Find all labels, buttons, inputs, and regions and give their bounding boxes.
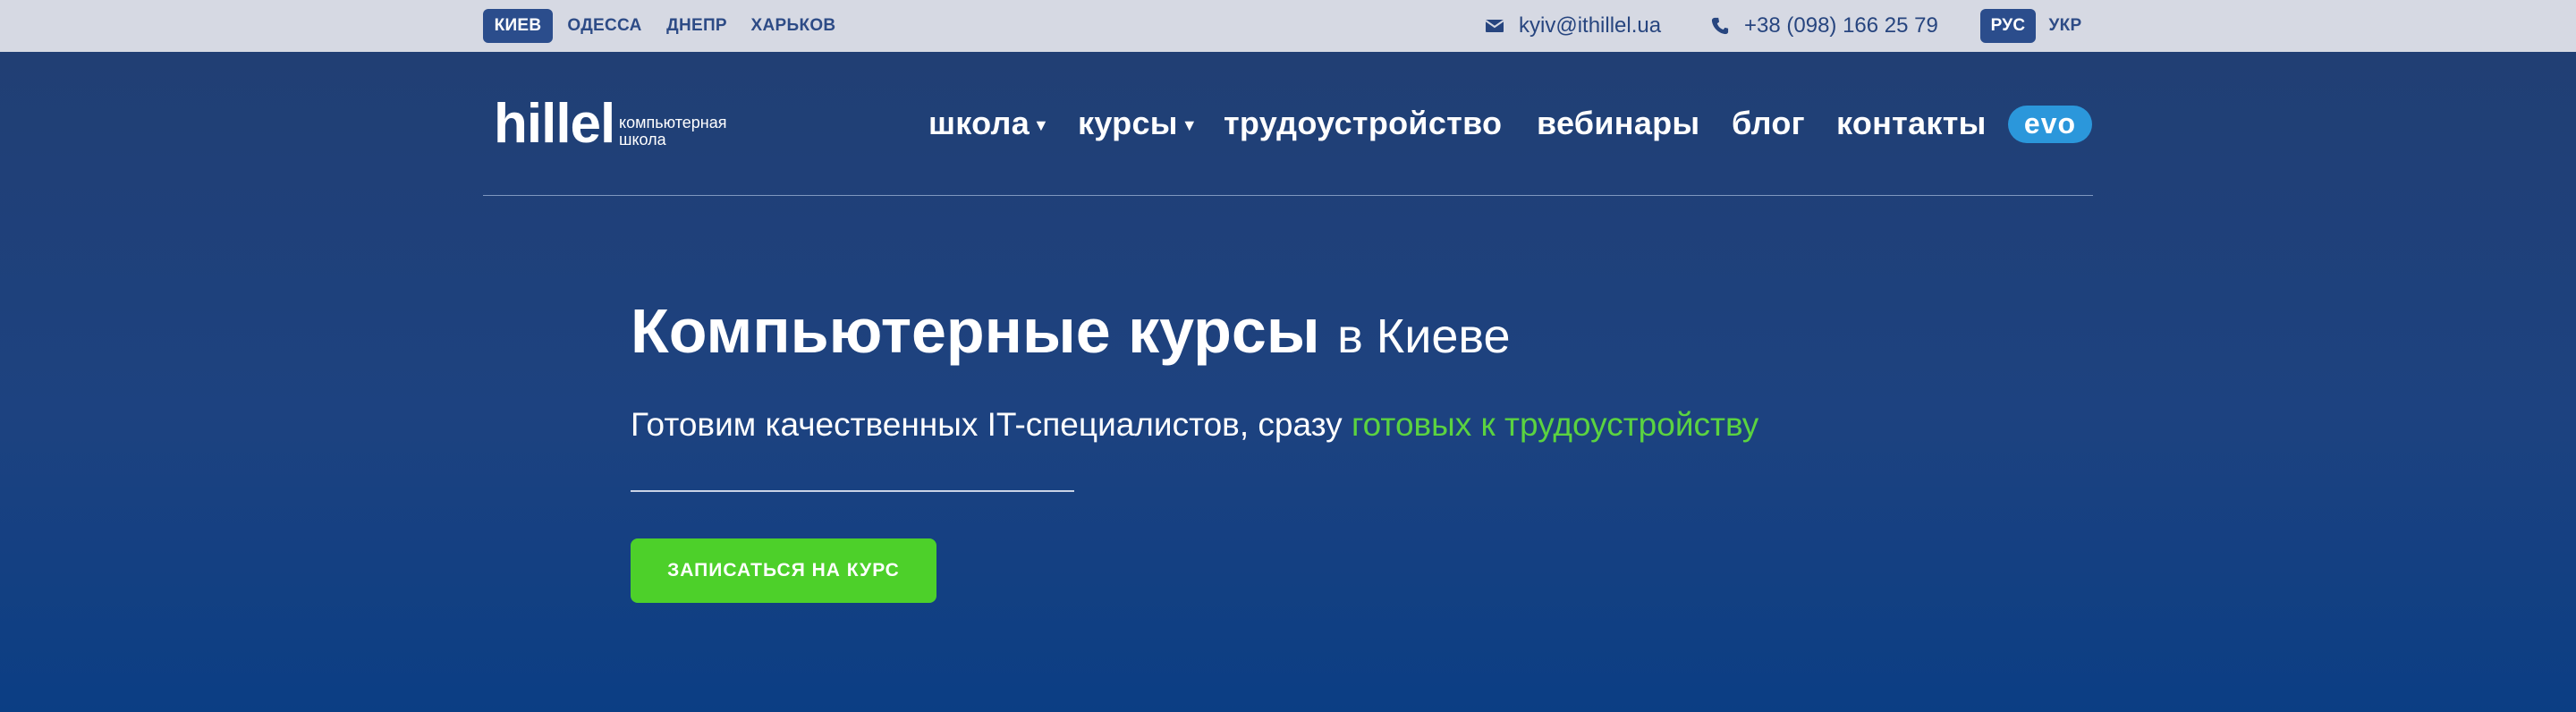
- city-tab-odesa[interactable]: ОДЕССА: [560, 9, 649, 43]
- city-tab-kharkiv[interactable]: ХАРЬКОВ: [744, 9, 843, 43]
- hero-subtitle-highlight: готовых к трудоустройству: [1351, 406, 1759, 443]
- chevron-down-icon: ▼: [1181, 116, 1198, 135]
- logo-subtitle-line2: школа: [619, 131, 666, 148]
- phone-link[interactable]: +38 (098) 166 25 79: [1710, 11, 1952, 41]
- nav-item-label: курсы: [1078, 105, 1178, 141]
- nav-item-blog[interactable]: блог: [1732, 104, 1805, 143]
- hero-divider: [631, 490, 1074, 492]
- top-bar: КИЕВ ОДЕССА ДНЕПР ХАРЬКОВ kyiv@ithillel.…: [0, 0, 2576, 52]
- nav-item-contacts[interactable]: контакты: [1836, 104, 1987, 143]
- chevron-down-icon: ▼: [1033, 116, 1050, 135]
- page-title: Компьютерные курсы в Киеве: [631, 293, 1511, 374]
- signup-course-button[interactable]: ЗАПИСАТЬСЯ НА КУРС: [631, 538, 936, 603]
- page-title-city: в Киеве: [1337, 309, 1511, 363]
- logo-wordmark: hillel: [494, 93, 615, 155]
- logo-subtitle: компьютерная школа: [619, 114, 771, 148]
- lang-ru-button[interactable]: РУС: [1980, 9, 2036, 43]
- city-tab-kyiv[interactable]: КИЕВ: [483, 9, 553, 43]
- city-tab-dnipro[interactable]: ДНЕПР: [658, 9, 735, 43]
- email-text: kyiv@ithillel.ua: [1519, 13, 1662, 38]
- logo[interactable]: hillel компьютерная школа: [494, 93, 762, 155]
- hero-section: hillel компьютерная школа школа ▼ курсы ▼ …: [0, 52, 2576, 712]
- phone-text: +38 (098) 166 25 79: [1744, 13, 1938, 38]
- lang-ua-button[interactable]: УКР: [2041, 9, 2089, 43]
- nav-item-employment[interactable]: трудоустройство: [1224, 104, 1502, 143]
- mail-icon: [1485, 20, 1504, 32]
- email-link[interactable]: kyiv@ithillel.ua: [1485, 11, 1690, 41]
- phone-icon: [1711, 17, 1729, 35]
- logo-subtitle-line1: компьютерная: [619, 114, 727, 131]
- hero-subtitle-text: Готовим качественных IT-специалистов, ср…: [631, 406, 1343, 443]
- nav-item-courses[interactable]: курсы ▼: [1078, 104, 1198, 143]
- header-divider: [483, 195, 2093, 196]
- page-title-bold: Компьютерные курсы: [631, 296, 1320, 366]
- nav-item-webinars[interactable]: вебинары: [1537, 104, 1699, 143]
- evo-badge[interactable]: evo: [2008, 106, 2092, 143]
- hero-subtitle: Готовим качественных IT-специалистов, ср…: [631, 403, 1758, 447]
- nav-item-label: школа: [928, 105, 1030, 141]
- nav-item-school[interactable]: школа ▼: [928, 104, 1049, 143]
